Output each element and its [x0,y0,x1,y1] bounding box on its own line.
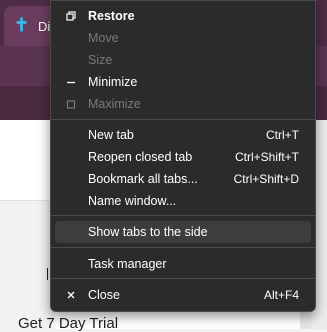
menu-item-label: Maximize [88,97,141,111]
menu-item-label: Bookmark all tabs... [88,172,198,186]
menu-item-label: New tab [88,128,134,142]
menu-item-label: Close [88,288,120,302]
page-side-panel [0,200,55,330]
menu-item-label: Size [88,53,113,67]
menu-separator [51,247,315,248]
menu-item-label: Restore [88,9,135,23]
menu-item-label: Show tabs to the side [88,225,208,239]
menu-item-maximize[interactable]: Maximize [55,93,311,115]
menu-item-label: Name window... [88,194,177,208]
menu-separator [51,215,315,216]
menu-item-minimize[interactable]: Minimize [55,71,311,93]
menu-item-move[interactable]: Move [55,27,311,49]
menu-item-label: Minimize [88,75,138,89]
menu-item-shortcut: Alt+F4 [263,288,299,302]
close-icon [67,291,75,299]
trial-heading: Get 7 Day Trial [18,315,119,332]
menu-item-close[interactable]: Close Alt+F4 [55,284,311,306]
menu-item-name-window[interactable]: Name window... [55,190,311,212]
menu-item-size[interactable]: Size [55,49,311,71]
menu-separator [51,278,315,279]
menu-item-label: Move [88,31,119,45]
menu-item-bookmark-all-tabs[interactable]: Bookmark all tabs... Ctrl+Shift+D [55,168,311,190]
menu-item-new-tab[interactable]: New tab Ctrl+T [55,124,311,146]
menu-item-label: Reopen closed tab [88,150,193,164]
menu-separator [51,119,315,120]
menu-item-shortcut: Ctrl+Shift+T [234,150,299,164]
menu-item-restore[interactable]: Restore [55,5,311,27]
menu-item-show-tabs-to-the-side[interactable]: Show tabs to the side [55,221,311,243]
menu-item-task-manager[interactable]: Task manager [55,253,311,275]
maximize-icon [66,100,76,109]
window-system-menu: Restore Move Size Minimize Maximize New … [50,0,316,312]
minimize-icon [67,81,75,84]
menu-item-shortcut: Ctrl+T [266,128,299,142]
restore-icon [66,11,76,21]
menu-item-label: Task manager [88,257,167,271]
menu-item-shortcut: Ctrl+Shift+D [233,172,299,186]
menu-item-reopen-closed-tab[interactable]: Reopen closed tab Ctrl+Shift+T [55,146,311,168]
cross-icon: ✝ [14,15,30,35]
